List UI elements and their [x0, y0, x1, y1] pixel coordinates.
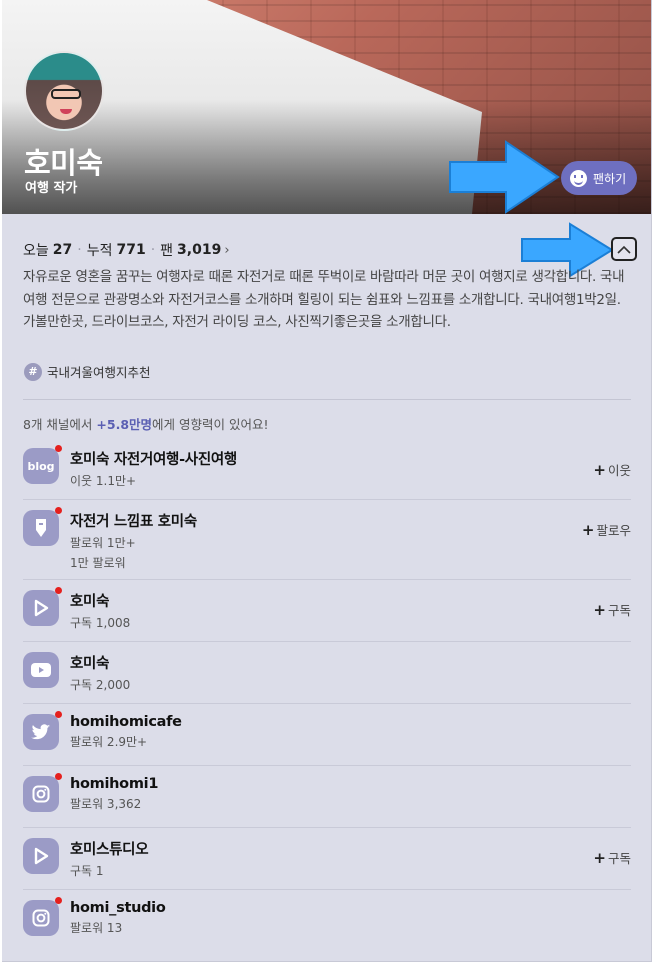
subscribe-button[interactable]: + 구독 — [593, 848, 631, 867]
channel-info: 호미숙 자전거여행-사진여행 이웃 1.1만+ — [70, 448, 631, 489]
channel-info: 자전거 느낌표 호미숙 팔로워 1만+ 1만 팔로워 — [70, 510, 631, 571]
pen-nib-icon — [36, 519, 46, 537]
profile-role: 여행 작가 — [25, 181, 78, 196]
channel-title: 호미스튜디오 — [70, 842, 149, 858]
channel-followers: 팔로워 1만+ — [70, 536, 136, 550]
channel-title: homihomi1 — [70, 776, 159, 792]
total-label: 누적 — [86, 243, 113, 259]
channel-title: 호미숙 — [70, 656, 110, 672]
channel-title: 호미숙 자전거여행-사진여행 — [70, 452, 237, 468]
keyword-tag[interactable]: # 국내겨울여행지추천 — [24, 362, 151, 381]
plus-icon: + — [593, 460, 606, 479]
visit-stats: 오늘 27 · 누적 771 · 팬 3,019 › — [23, 240, 230, 260]
subscribe-button[interactable]: + 구독 — [593, 600, 631, 619]
stats-separator: · — [77, 242, 82, 258]
blog-icon-text: blog — [27, 459, 55, 473]
channel-followers: 팔로워 2.9만+ — [70, 735, 148, 749]
influence-suffix: 에게 영향력이 있어요! — [152, 417, 269, 432]
avatar-glasses — [51, 89, 81, 99]
channel-followers: 구독 2,000 — [70, 678, 131, 692]
fan-value: 3,019 — [177, 242, 222, 258]
avatar-mouth — [60, 109, 72, 114]
annotation-arrow-icon — [449, 140, 560, 214]
channel-item-instagram-studio[interactable]: homi_studio 팔로워 13 — [23, 890, 631, 952]
action-label: 팔로우 — [596, 523, 631, 538]
channel-info: homihomi1 팔로워 3,362 — [70, 776, 631, 812]
channel-item-instagram[interactable]: homihomi1 팔로워 3,362 — [23, 766, 631, 828]
fan-count-link[interactable]: 팬 3,019 › — [160, 240, 229, 260]
plus-icon: + — [581, 520, 595, 539]
today-value: 27 — [52, 242, 73, 258]
action-label: 이웃 — [607, 463, 631, 478]
action-label: 구독 — [607, 851, 631, 866]
divider — [23, 399, 631, 400]
influence-summary: 8개 채널에서 +5.8만명에게 영향력이 있어요! — [23, 414, 269, 433]
channel-info: 호미숙 구독 2,000 — [70, 652, 631, 693]
channel-info: homihomicafe 팔로워 2.9만+ — [70, 714, 631, 750]
fan-button[interactable]: 팬하기 — [561, 161, 637, 195]
stats-separator: · — [150, 242, 156, 258]
new-badge — [55, 773, 62, 780]
profile-description: 자유로운 영혼을 꿈꾸는 여행자로 때론 자전거로 때론 뚜벅이로 바람따라 머… — [23, 269, 625, 330]
channel-info: 호미숙 구독 1,008 — [70, 590, 631, 631]
instagram-icon — [23, 897, 62, 936]
channel-followers: 구독 1,008 — [70, 616, 131, 630]
channel-list: blog 호미숙 자전거여행-사진여행 이웃 1.1만+ + 이웃 자전거 느낌… — [23, 438, 631, 952]
influence-prefix: 8개 채널에서 — [23, 417, 97, 432]
new-badge — [55, 897, 62, 904]
channel-title: 자전거 느낌표 호미숙 — [70, 514, 197, 530]
channel-info: homi_studio 팔로워 13 — [70, 900, 631, 936]
chevron-up-icon — [617, 245, 631, 254]
new-badge — [55, 587, 62, 594]
channel-title: homihomicafe — [70, 714, 182, 730]
tv-play-icon — [23, 587, 62, 626]
channel-item-tv[interactable]: 호미숙 구독 1,008 + 구독 — [23, 580, 631, 642]
collapse-button[interactable] — [611, 237, 637, 261]
hash-icon: # — [24, 362, 42, 381]
today-label: 오늘 — [23, 243, 49, 259]
chevron-right-icon: › — [224, 242, 230, 258]
profile-card: 호미숙 여행 작가 팬하기 오늘 27 · 누적 771 · 팬 3,019 ›… — [2, 0, 652, 962]
tv-play-icon — [23, 838, 59, 874]
instagram-icon — [23, 773, 62, 812]
channel-item-blog[interactable]: blog 호미숙 자전거여행-사진여행 이웃 1.1만+ + 이웃 — [23, 438, 631, 500]
new-badge — [55, 711, 62, 718]
follow-button[interactable]: + 팔로우 — [582, 520, 631, 539]
twitter-icon — [23, 711, 62, 750]
new-badge — [55, 507, 62, 514]
post-icon — [23, 507, 62, 546]
channel-followers-alt: 1만 팔로워 — [70, 556, 126, 570]
channel-title: 호미숙 — [70, 594, 110, 610]
plus-icon: + — [593, 848, 606, 867]
channel-followers: 이웃 1.1만+ — [70, 474, 137, 488]
channel-item-post[interactable]: 자전거 느낌표 호미숙 팔로워 1만+ 1만 팔로워 + 팔로우 — [23, 500, 631, 580]
new-badge — [55, 445, 62, 452]
profile-name: 호미숙 — [24, 146, 103, 180]
blog-icon: blog — [23, 445, 62, 484]
youtube-icon — [23, 652, 59, 688]
channel-followers: 팔로워 3,362 — [70, 797, 142, 811]
channel-followers: 팔로워 13 — [70, 921, 123, 935]
fan-button-label: 팬하기 — [593, 171, 627, 186]
channel-title: homi_studio — [70, 900, 166, 916]
smile-icon — [570, 169, 587, 187]
channel-item-twitter[interactable]: homihomicafe 팔로워 2.9만+ — [23, 704, 631, 766]
channel-info: 호미스튜디오 구독 1 — [70, 838, 631, 879]
channel-item-tv-studio[interactable]: 호미스튜디오 구독 1 + 구독 — [23, 828, 631, 890]
tag-label: 국내겨울여행지추천 — [47, 365, 151, 380]
fan-label: 팬 — [160, 243, 174, 259]
channel-item-youtube[interactable]: 호미숙 구독 2,000 — [23, 642, 631, 704]
avatar[interactable] — [24, 51, 104, 131]
neighbor-button[interactable]: + 이웃 — [593, 460, 631, 479]
influence-highlight: +5.8만명 — [96, 417, 153, 432]
plus-icon: + — [593, 600, 606, 619]
total-value: 771 — [116, 242, 146, 258]
channel-followers: 구독 1 — [70, 864, 104, 878]
action-label: 구독 — [607, 603, 631, 618]
